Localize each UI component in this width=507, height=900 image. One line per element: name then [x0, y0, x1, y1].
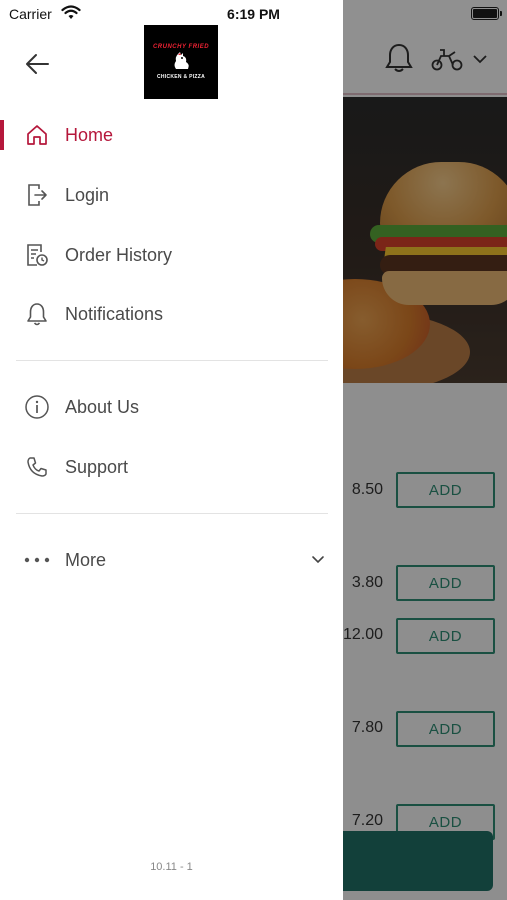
- order-history-icon: [24, 242, 50, 268]
- brand-logo: CRUNCHY FRIED CHICKEN & PIZZA: [144, 25, 218, 99]
- back-arrow-icon[interactable]: [22, 50, 54, 78]
- home-icon: [24, 122, 50, 148]
- menu-item-label: About Us: [65, 396, 140, 417]
- app-version: 10.11 - 1: [150, 861, 193, 873]
- info-icon: [24, 394, 50, 420]
- battery-icon: [471, 7, 502, 20]
- rooster-icon: [174, 52, 189, 69]
- menu-item-label: Login: [65, 184, 110, 205]
- status-time: 6:19 PM: [227, 6, 280, 22]
- menu-item-support[interactable]: Support: [0, 441, 343, 493]
- status-bar: Carrier 6:19 PM: [0, 0, 507, 28]
- logo-bottom-text: CHICKEN & PIZZA: [156, 74, 206, 80]
- login-icon: [24, 182, 50, 208]
- navigation-drawer: CRUNCHY FRIED CHICKEN & PIZZA Home Login…: [0, 0, 343, 900]
- active-indicator: [0, 120, 4, 150]
- menu-item-notifications[interactable]: Notifications: [0, 288, 343, 340]
- phone-icon: [24, 454, 50, 480]
- menu-divider: [16, 360, 328, 361]
- menu-item-label: Notifications: [65, 303, 164, 324]
- menu-item-home[interactable]: Home: [0, 109, 343, 161]
- menu-item-label: Order History: [65, 244, 173, 265]
- logo-top-text: CRUNCHY FRIED: [152, 44, 210, 50]
- menu-item-more[interactable]: More: [0, 534, 343, 586]
- menu-divider: [16, 513, 328, 514]
- menu-item-label: More: [65, 549, 107, 570]
- menu-item-label: Support: [65, 456, 129, 477]
- menu-item-about-us[interactable]: About Us: [0, 381, 343, 433]
- menu-item-order-history[interactable]: Order History: [0, 229, 343, 281]
- menu-item-label: Home: [65, 124, 114, 145]
- chevron-down-icon[interactable]: [310, 552, 326, 568]
- bell-icon: [24, 301, 50, 327]
- more-dots-icon: [24, 547, 50, 573]
- menu-item-login[interactable]: Login: [0, 169, 343, 221]
